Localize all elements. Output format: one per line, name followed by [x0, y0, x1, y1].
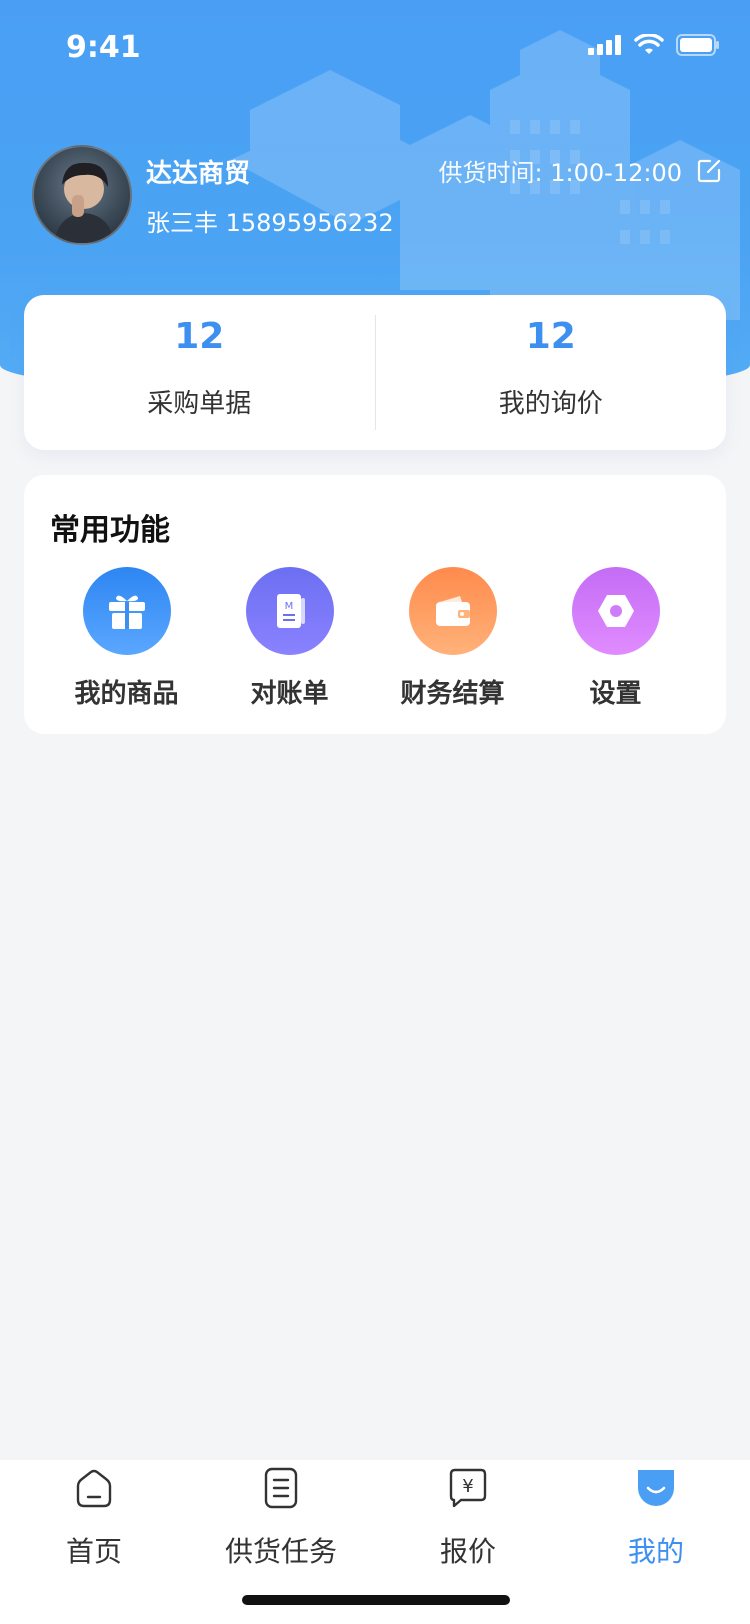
- tab-label: 供货任务: [224, 1535, 337, 1568]
- svg-text:¥: ¥: [462, 1476, 473, 1497]
- supply-time: 供货时间: 1:00-12:00: [439, 153, 722, 188]
- function-label: 我的商品: [74, 679, 179, 709]
- tab-label: 我的: [627, 1535, 684, 1568]
- function-label: 对账单: [250, 679, 329, 709]
- common-functions-card: 常用功能 我的商品 M 对账单 财务结算 设置: [24, 475, 726, 734]
- stat-purchase-orders[interactable]: 12 采购单据: [24, 295, 375, 450]
- contact-info: 张三丰 15895956232: [146, 209, 394, 237]
- tab-quote[interactable]: ¥ 报价: [374, 1466, 562, 1570]
- supply-time-label: 供货时间:: [438, 159, 543, 187]
- gift-icon: [82, 567, 171, 655]
- document-icon: [264, 1467, 298, 1509]
- function-label: 设置: [589, 679, 642, 709]
- profile-icon: [638, 1470, 674, 1506]
- bill-icon: M: [245, 567, 334, 655]
- function-grid: 我的商品 M 对账单 财务结算 设置: [24, 567, 726, 710]
- function-label: 财务结算: [400, 679, 505, 709]
- quote-icon: ¥: [449, 1468, 487, 1508]
- wifi-icon: [634, 34, 664, 54]
- battery-icon: [676, 34, 719, 56]
- company-name: 达达商贸: [146, 159, 251, 189]
- tab-mine[interactable]: 我的: [562, 1466, 750, 1570]
- function-finance-settlement[interactable]: 财务结算: [371, 567, 534, 710]
- stat-value: 12: [525, 316, 576, 357]
- stats-card: 12 采购单据 12 我的询价: [24, 295, 726, 450]
- function-settings[interactable]: 设置: [534, 567, 697, 710]
- tab-supply-tasks[interactable]: 供货任务: [187, 1466, 375, 1570]
- avatar[interactable]: [32, 145, 132, 245]
- status-time: 9:41: [66, 30, 141, 65]
- supply-time-value: 1:00-12:00: [550, 159, 682, 187]
- function-my-products[interactable]: 我的商品: [45, 567, 208, 710]
- tab-label: 首页: [65, 1535, 122, 1568]
- stat-my-inquiries[interactable]: 12 我的询价: [376, 295, 727, 450]
- stat-label: 我的询价: [498, 389, 603, 419]
- section-title: 常用功能: [50, 513, 170, 548]
- function-statement[interactable]: M 对账单: [208, 567, 371, 710]
- profile-header: 达达商贸 张三丰 15895956232 供货时间: 1:00-12:00: [32, 145, 722, 245]
- settings-icon: [571, 567, 660, 655]
- svg-text:M: M: [284, 601, 293, 612]
- status-bar: 9:41: [0, 0, 750, 100]
- signal-icon: [588, 35, 621, 55]
- tab-home[interactable]: 首页: [0, 1466, 188, 1570]
- wallet-icon: [408, 567, 497, 655]
- avatar-photo-icon: [54, 162, 114, 243]
- edit-icon[interactable]: [696, 158, 722, 184]
- stat-value: 12: [174, 316, 225, 357]
- stat-label: 采购单据: [147, 389, 252, 419]
- tab-label: 报价: [439, 1535, 496, 1568]
- status-icons: [588, 34, 720, 56]
- home-icon: [76, 1469, 112, 1508]
- home-indicator: [242, 1595, 510, 1605]
